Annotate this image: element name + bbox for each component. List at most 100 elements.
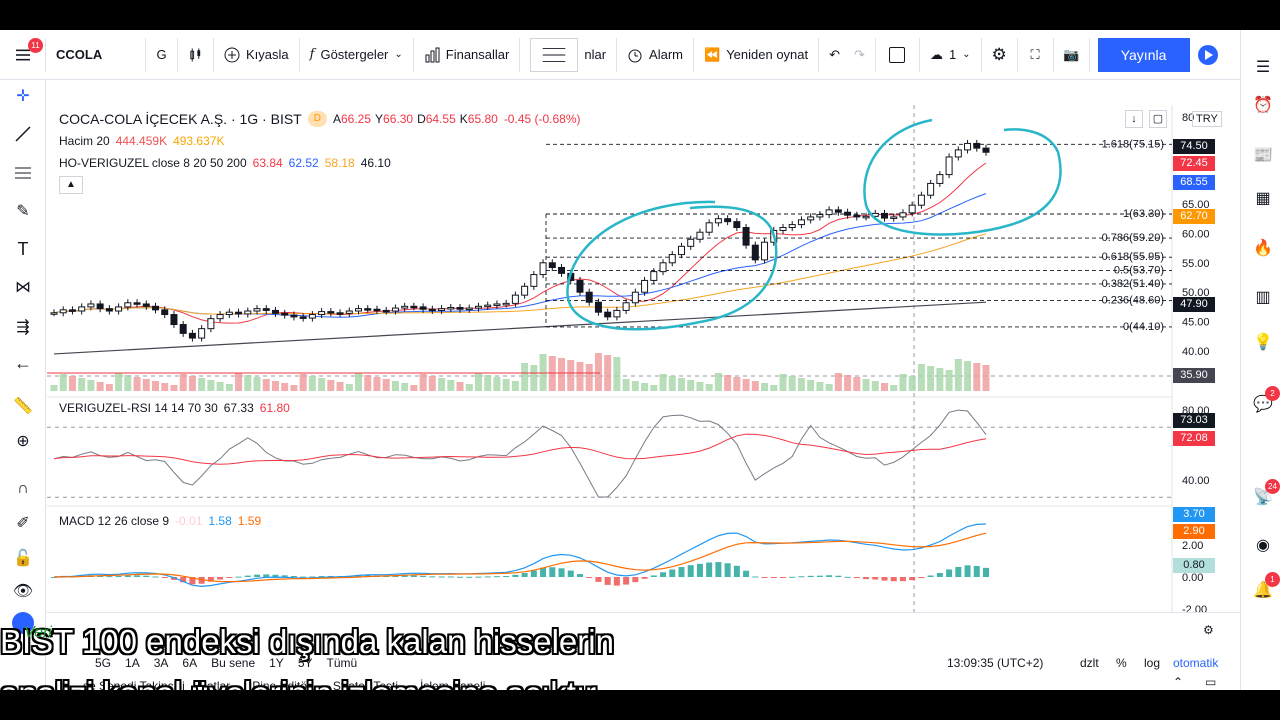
bottom-bar: ⚙ 5G 1A 3A 6A Bu sene 1Y 5Y Tümü 13:09:35 (UTC+… (47, 612, 1240, 690)
macd-histogram-bar (881, 577, 888, 581)
calendar-grid-icon[interactable]: ▥ (1251, 285, 1275, 309)
volume-bar (391, 381, 399, 391)
candle-body (68, 309, 76, 312)
candle-body (318, 311, 326, 316)
volume-bar (336, 382, 344, 391)
candle-body (355, 308, 363, 312)
market-status-badge: D (307, 111, 327, 127)
volume-bar (945, 370, 953, 391)
bottom-tab[interactable]: Strateji Testi (333, 679, 398, 690)
bottom-tab[interactable]: Pine Editör (252, 679, 311, 690)
candle-body (945, 156, 953, 176)
fib-level-label: 0.786(59.20) (1102, 232, 1164, 244)
range-button[interactable]: 5Y (298, 656, 313, 670)
auto-scale-toggle[interactable]: otomatik (1173, 656, 1218, 670)
range-button[interactable]: Bu sene (211, 656, 255, 670)
news-icon[interactable]: 📰 (1251, 143, 1275, 167)
ma-label: HO-VERIGUZEL close 8 20 50 200 (59, 156, 247, 170)
maximize-pane-icon[interactable]: ▢ (1149, 110, 1167, 128)
macd-histogram-bar (863, 577, 870, 580)
download-arrow-icon[interactable]: ↓ (1125, 110, 1143, 128)
macd-label: MACD 12 26 close 9 (59, 514, 170, 528)
fib-level-label: 0.236(48.60) (1102, 294, 1164, 306)
streams-icon[interactable]: 📡 24 (1251, 479, 1280, 509)
collapse-legend-button[interactable]: ▲ (59, 176, 83, 194)
bottom-tab[interactable]: atlar (207, 679, 230, 690)
ma-value-50: 58.18 (324, 156, 355, 170)
candle-body (161, 309, 169, 316)
candle-body (262, 308, 270, 311)
macd-axis-label: 0.80 (1173, 558, 1215, 573)
macd-histogram-bar (724, 563, 731, 577)
volume-bar (797, 378, 805, 391)
volume-bar (484, 375, 492, 391)
candle-body (271, 309, 279, 314)
clock[interactable]: 13:09:35 (UTC+2) (947, 656, 1043, 670)
volume-bar (50, 385, 58, 391)
rsi-legend: VERIGUZEL-RSI 14 14 70 30 67.33 61.80 (59, 401, 290, 415)
macd-histogram-bar (946, 569, 953, 577)
alarm-clock-icon[interactable]: ⏰ (1251, 93, 1275, 117)
range-button[interactable]: 6A (182, 656, 197, 670)
broadcast-icon[interactable]: ◉ (1251, 533, 1275, 557)
calendar-icon[interactable]: ▦ (1251, 186, 1275, 210)
rsi-ma-line (53, 433, 987, 465)
volume-bar (373, 377, 381, 391)
currency-button[interactable]: TRY (1192, 111, 1222, 127)
range-button[interactable]: 5G (95, 656, 111, 670)
log-toggle[interactable]: log (1144, 656, 1160, 670)
candle-body (936, 174, 944, 184)
symbol-title[interactable]: COCA-COLA İÇECEK A.Ş. · 1G · BIST (59, 108, 302, 130)
macd-histogram-bar (835, 575, 842, 577)
volume-bar (576, 362, 584, 391)
macd-histogram-bar (927, 575, 934, 577)
volume-bar (262, 379, 270, 391)
fib-level-label: 0.382(51.40) (1102, 278, 1164, 290)
axis-settings-icon[interactable]: ⚙ (1203, 623, 1214, 637)
watchlist-icon[interactable]: ☰ (1251, 55, 1275, 79)
candle-body (152, 305, 160, 311)
bottom-tab[interactable]: İşlem Paneli (420, 679, 485, 690)
candle-body (714, 218, 722, 224)
macd-histogram-bar (595, 577, 602, 582)
candle-body (345, 310, 353, 314)
macd-histogram-bar (235, 576, 242, 578)
macd-histogram-bar (549, 567, 556, 577)
range-button[interactable]: 1Y (269, 656, 284, 670)
macd-histogram-bar (576, 574, 583, 577)
ohlc-a: A66.25 (332, 112, 372, 126)
candle-body (576, 279, 584, 293)
macd-histogram-bar (586, 577, 593, 578)
range-button[interactable]: 3A (154, 656, 169, 670)
ma-value-8: 63.84 (252, 156, 283, 170)
candle-body (87, 303, 95, 308)
percent-toggle[interactable]: % (1116, 656, 1127, 670)
macd-histogram-bar (263, 574, 270, 577)
notification-bell-icon[interactable]: 🔔 1 (1251, 572, 1280, 602)
macd-histogram-bar (733, 565, 740, 577)
restore-panel-icon[interactable]: ▭ (1205, 675, 1216, 689)
range-button[interactable]: 1A (125, 656, 140, 670)
range-button[interactable]: Tümü (327, 656, 358, 670)
streams-badge: 24 (1265, 479, 1280, 494)
chevron-up-icon[interactable]: ⌃ (1173, 675, 1183, 689)
volume-bar (751, 381, 759, 391)
candle-body (105, 308, 113, 312)
volume-bar (207, 380, 215, 391)
price-tick: 55.00 (1182, 258, 1210, 270)
chat-icon[interactable]: 💬 2 (1251, 386, 1280, 416)
volume-bar (696, 382, 704, 391)
volume-bar (862, 379, 870, 391)
candle-body (133, 302, 141, 305)
lightbulb-icon[interactable]: 💡 (1251, 330, 1275, 354)
candle-body (465, 307, 473, 311)
volume-bar (530, 365, 538, 391)
macd-histogram-bar (853, 577, 860, 579)
hotlist-icon[interactable]: 🔥 (1251, 236, 1275, 260)
volume-value-1: 444.459K (115, 134, 168, 148)
adjust-toggle[interactable]: dzlt (1080, 656, 1099, 670)
volume-bar (853, 377, 861, 391)
bottom-tab[interactable]: şe Senedi Takipçisi (83, 679, 185, 690)
candle-body (235, 311, 243, 315)
volume-bar (382, 379, 390, 391)
